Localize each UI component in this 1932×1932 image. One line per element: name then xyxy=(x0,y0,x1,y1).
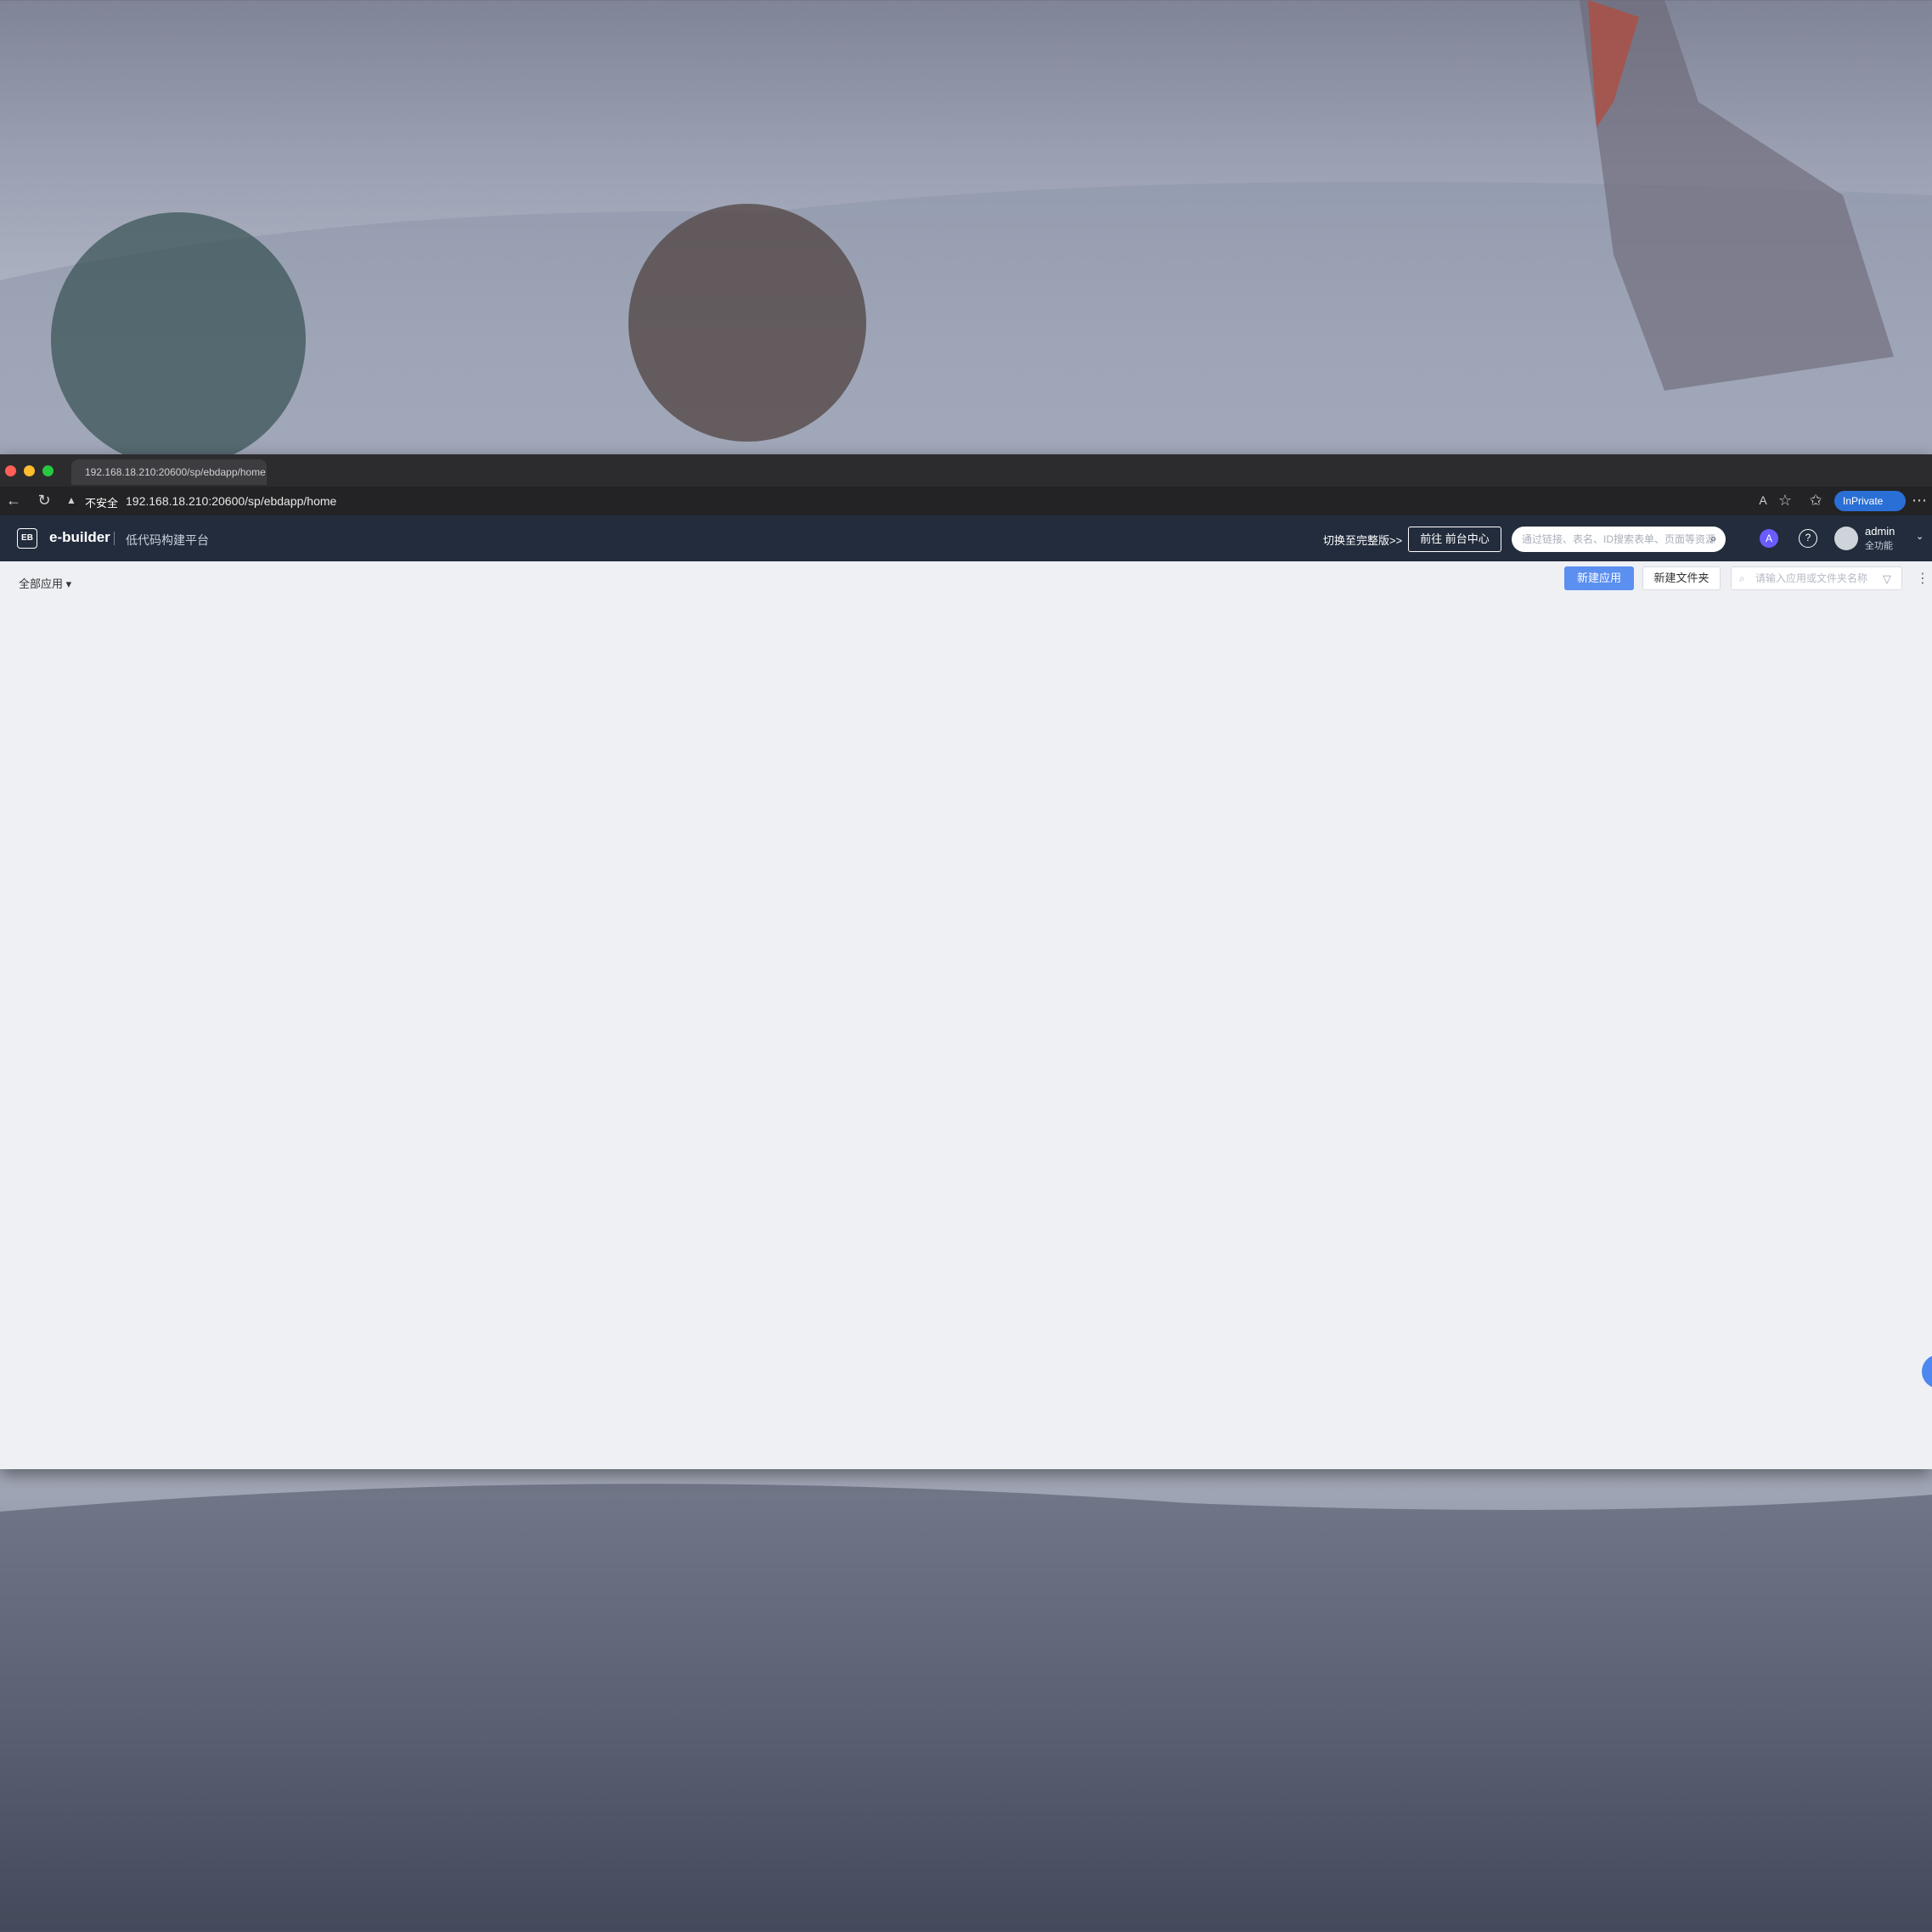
help-icon[interactable]: ? xyxy=(1799,529,1817,548)
app-subtitle: 低代码构建平台 xyxy=(126,533,209,547)
floating-assistant-button[interactable] xyxy=(1922,1355,1932,1388)
browser-window: 192.168.18.210:20600/sp/ebdapp/home ← ↻ … xyxy=(0,454,1932,1469)
reload-icon[interactable]: ↻ xyxy=(36,492,53,509)
new-folder-button[interactable]: 新建文件夹 xyxy=(1642,566,1721,590)
all-apps-filter[interactable]: 全部应用 ▾ xyxy=(19,575,71,591)
tab-strip: 192.168.18.210:20600/sp/ebdapp/home xyxy=(0,454,1932,487)
inprivate-badge[interactable]: InPrivate xyxy=(1834,491,1906,511)
ai-assistant-icon[interactable]: A xyxy=(1760,529,1778,548)
avatar[interactable] xyxy=(1834,527,1858,550)
favorites-list-icon[interactable]: ✩ xyxy=(1807,492,1824,509)
search-icon: ⌕ xyxy=(1739,572,1745,584)
chevron-down-icon[interactable]: ⌄ xyxy=(1916,531,1924,542)
new-app-button[interactable]: 新建应用 xyxy=(1564,566,1634,590)
favorite-star-icon[interactable]: ☆ xyxy=(1777,492,1794,509)
close-window-icon[interactable] xyxy=(5,465,16,476)
app-header: EB e-builder 低代码构建平台 切换至完整版>> 前往 前台中心 通过… xyxy=(0,515,1932,561)
insecure-label[interactable]: 不安全 xyxy=(85,494,118,510)
maximize-window-icon[interactable] xyxy=(42,465,54,476)
switch-full-version-link[interactable]: 切换至完整版>> xyxy=(1323,532,1402,548)
browser-tab[interactable]: 192.168.18.210:20600/sp/ebdapp/home xyxy=(71,459,267,485)
more-options-icon[interactable]: ⋮ xyxy=(1916,570,1929,587)
search-icon[interactable]: ⌕ xyxy=(1710,527,1717,552)
browser-menu-icon[interactable]: ⋯ xyxy=(1911,492,1928,509)
app-name: e-builder xyxy=(49,529,110,545)
header-divider xyxy=(114,532,115,545)
minimize-window-icon[interactable] xyxy=(24,465,35,476)
user-role: 全功能 xyxy=(1865,541,1893,551)
address-bar: ← ↻ ▲ 不安全 192.168.18.210:20600/sp/ebdapp… xyxy=(0,487,1932,515)
global-search-placeholder: 通过链接、表名、ID搜索表单、页面等资源 xyxy=(1522,533,1716,545)
back-arrow-icon[interactable]: ← xyxy=(5,492,22,509)
read-aloud-icon[interactable]: A xyxy=(1755,492,1771,509)
global-search-input[interactable]: 通过链接、表名、ID搜索表单、页面等资源 ⌕ xyxy=(1512,527,1726,552)
app-search-placeholder: 请输入应用或文件夹名称 xyxy=(1755,572,1868,584)
filter-icon[interactable]: ▽ xyxy=(1883,572,1891,586)
app-search-input[interactable]: ⌕ 请输入应用或文件夹名称 xyxy=(1731,566,1902,590)
eb-logo-icon[interactable]: EB xyxy=(17,528,37,549)
apps-toolbar: 全部应用 ▾ 新建应用 新建文件夹 ⌕ 请输入应用或文件夹名称 ▽ ⋮ xyxy=(0,561,1932,606)
warning-icon: ▲ xyxy=(66,494,76,506)
user-name[interactable]: admin xyxy=(1865,526,1895,537)
url-text[interactable]: 192.168.18.210:20600/sp/ebdapp/home xyxy=(126,494,336,508)
go-front-center-button[interactable]: 前往 前台中心 xyxy=(1408,527,1501,552)
